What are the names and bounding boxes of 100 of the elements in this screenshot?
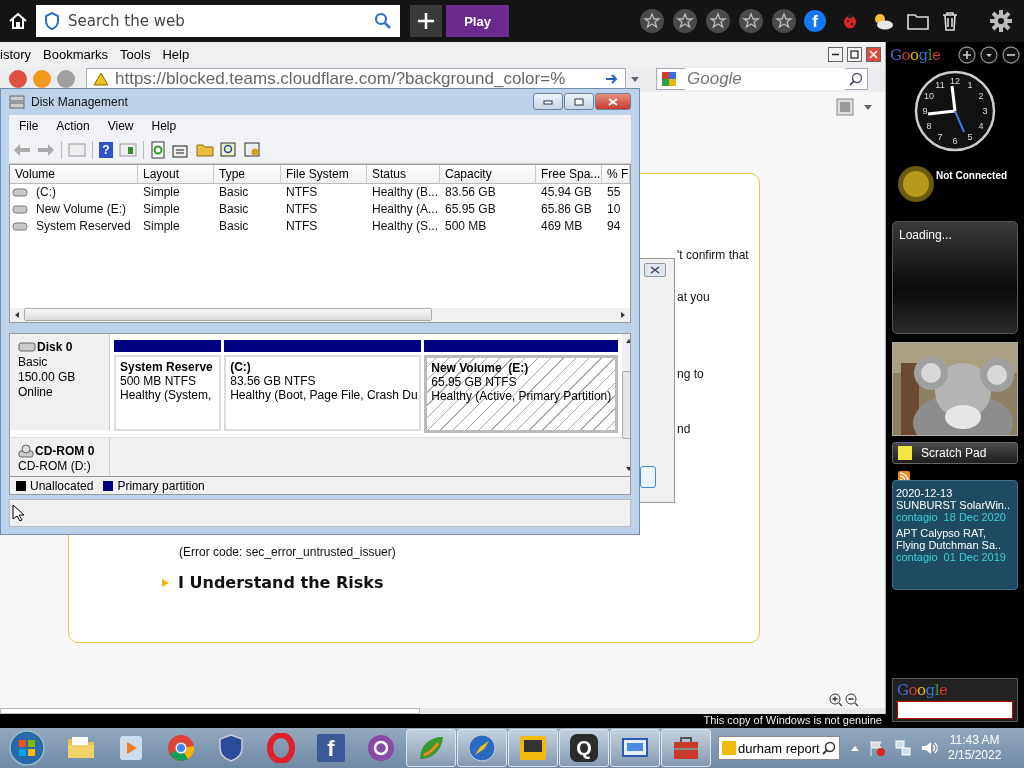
scratch-pad-bar[interactable]: Scratch Pad — [892, 442, 1018, 464]
menu-item[interactable]: Tools — [120, 46, 151, 62]
minimize-button[interactable] — [828, 46, 843, 62]
close-button[interactable] — [644, 263, 666, 277]
column-header[interactable]: Capacity — [440, 164, 536, 184]
add-icon[interactable] — [958, 46, 976, 64]
partition-box[interactable]: (C:) 83.56 GB NTFS Healthy (Boot, Page File, Crash Du — [224, 354, 422, 431]
add-button[interactable] — [410, 5, 442, 37]
dialog-button[interactable] — [640, 466, 656, 488]
triangle-icon — [161, 577, 170, 588]
close-button[interactable] — [866, 46, 881, 62]
clock-number: 7 — [937, 132, 943, 142]
menu-item[interactable]: File — [19, 118, 39, 133]
search-box[interactable]: durham report — [718, 736, 840, 760]
caret-icon[interactable] — [863, 103, 873, 111]
menu-item[interactable]: Bookmarks — [43, 46, 109, 62]
partition-box[interactable]: System Reserve 500 MB NTFS Healthy (System, — [114, 354, 222, 431]
scratch-pad-label: Scratch Pad — [921, 446, 987, 460]
minus-icon[interactable] — [1002, 46, 1020, 64]
magnifier-icon[interactable] — [220, 141, 238, 158]
folder-icon[interactable] — [907, 12, 929, 30]
feed-source: contagio — [896, 551, 938, 563]
search-field[interactable]: Google — [685, 68, 845, 90]
clock-number: 1 — [967, 80, 973, 90]
clock-time: 11:43 AM — [949, 733, 1000, 748]
maximize-button[interactable] — [847, 46, 862, 62]
column-header[interactable]: Type — [214, 164, 281, 184]
flag-icon[interactable] — [868, 739, 886, 757]
scrollbar-thumb[interactable] — [24, 308, 432, 322]
clock-number: 4 — [978, 121, 984, 131]
table-cell-text: 65.95 GB — [444, 200, 497, 218]
panel-icon[interactable] — [119, 142, 137, 157]
page-icon[interactable] — [835, 97, 855, 117]
speaker-icon[interactable] — [920, 739, 938, 757]
scroll-up-icon[interactable] — [625, 337, 630, 344]
scroll-down-icon[interactable] — [625, 466, 630, 473]
scroll-left-icon[interactable] — [14, 310, 20, 319]
google-logo: Google — [897, 681, 949, 699]
scrollbar-thumb[interactable] — [0, 708, 420, 714]
partition-box[interactable]: New Volume (E:) 65.95 GB NTFS Healthy (Active, Primary Partition) — [424, 354, 619, 433]
column-header[interactable]: Status — [367, 164, 440, 184]
facebook-icon[interactable]: f — [804, 10, 826, 32]
close-icon — [869, 49, 878, 59]
feed-title[interactable]: 2020-12-13 SUNBURST SolarWin.. — [896, 487, 1014, 511]
menu-item[interactable]: istory — [0, 46, 32, 62]
search-icon — [374, 12, 392, 30]
feed-title[interactable]: APT Calypso RAT, Flying Dutchman Sa.. — [896, 527, 1014, 551]
table-cell-text: New Volume (E:) — [35, 200, 127, 218]
scroll-right-icon[interactable] — [620, 310, 626, 319]
dropdown-icon[interactable] — [980, 46, 998, 64]
close-icon — [650, 266, 660, 274]
facebook-icon[interactable]: f — [317, 734, 345, 762]
table-cell-text: 83.56 GB — [444, 183, 497, 201]
risks-link[interactable]: I Understand the Risks — [178, 573, 384, 592]
table-cell-text: Basic — [218, 217, 250, 235]
column-header[interactable]: % F — [602, 164, 630, 184]
tv-icon[interactable] — [518, 733, 548, 763]
close-button[interactable] — [595, 93, 631, 111]
zoom-in-icon[interactable] — [829, 693, 843, 707]
settings-icon[interactable] — [990, 10, 1012, 32]
table-cell-text: 65.86 GB — [540, 200, 593, 218]
cursor-icon — [12, 504, 24, 523]
compass-icon[interactable] — [467, 733, 497, 763]
disk-name: Disk 0 — [37, 339, 73, 354]
network-icon[interactable] — [894, 739, 912, 757]
home-icon[interactable] — [8, 11, 28, 31]
search-box[interactable]: Google — [656, 68, 868, 90]
table-cell-text: NTFS — [285, 200, 319, 218]
search-box[interactable]: Search the web — [36, 5, 400, 37]
show-hidden-icon[interactable] — [850, 744, 860, 752]
caret-icon[interactable] — [630, 75, 640, 83]
trash-icon[interactable] — [941, 11, 959, 31]
minimize-icon — [831, 52, 840, 56]
start-button-icon[interactable] — [8, 729, 46, 767]
column-header[interactable]: File System — [281, 164, 367, 184]
ladybug-icon[interactable] — [841, 12, 859, 30]
browser-icon[interactable] — [166, 733, 196, 763]
refresh-icon[interactable] — [150, 140, 166, 159]
table-cell-text: Basic — [218, 200, 250, 218]
column-header[interactable]: Volume — [10, 164, 138, 184]
disk-name: CD-ROM 0 — [35, 443, 95, 458]
column-header[interactable]: Layout — [138, 164, 214, 184]
menu-item[interactable]: Action — [56, 118, 90, 133]
menu-item[interactable]: View — [107, 118, 134, 133]
play-button[interactable]: Play — [446, 5, 509, 37]
q-logo-icon[interactable]: Q — [570, 734, 598, 762]
search-field[interactable] — [897, 701, 1013, 719]
table-cell-text: (C:) — [35, 183, 56, 201]
column-header[interactable]: Free Spa... — [536, 164, 602, 184]
clock-number: 8 — [926, 121, 932, 131]
restore-button[interactable] — [564, 93, 594, 111]
menu-item[interactable]: Help — [151, 118, 177, 133]
partition-name: New Volume (E:) — [431, 360, 530, 375]
circle-logo-icon[interactable] — [366, 733, 396, 763]
help-icon[interactable]: ? — [99, 141, 113, 158]
menu-item[interactable]: Help — [162, 46, 190, 62]
shield-icon — [44, 12, 60, 30]
shield-icon[interactable] — [216, 733, 246, 763]
address-field[interactable]: https://blocked.teams.cloudflare.com/?background_color=% — [86, 68, 626, 90]
zoom-out-icon[interactable] — [845, 693, 859, 707]
